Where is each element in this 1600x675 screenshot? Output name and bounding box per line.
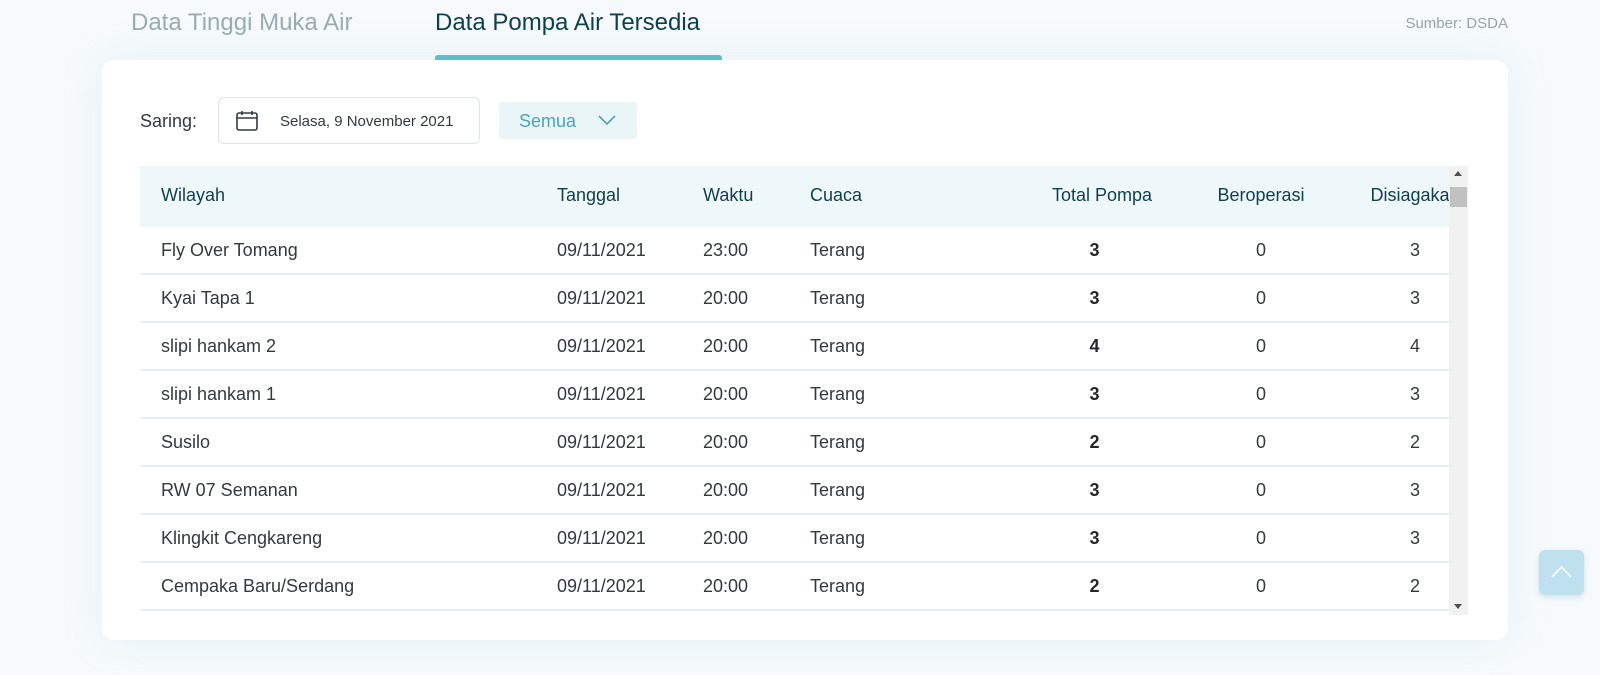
cell-wilayah: Cempaka Baru/Serdang	[161, 576, 355, 596]
cell-waktu: 20:00	[703, 384, 749, 404]
back-to-top-button[interactable]	[1539, 550, 1584, 595]
cell-waktu: 20:00	[703, 432, 749, 452]
column-header-wilayah[interactable]: Wilayah	[161, 185, 225, 206]
cell-wilayah: Susilo	[161, 432, 211, 452]
cell-beroperasi: 0	[1255, 480, 1266, 500]
cell-disiagakan: 3	[1409, 384, 1420, 404]
cell-total-pompa: 3	[1089, 240, 1100, 260]
table-row: Susilo 09/11/2021 20:00 Terang 2 0 2	[140, 419, 1450, 467]
cell-cuaca: Terang	[810, 432, 866, 452]
cell-tanggal: 09/11/2021	[557, 336, 646, 356]
cell-waktu: 20:00	[703, 288, 749, 308]
cell-wilayah: Kyai Tapa 1	[161, 288, 255, 308]
cell-disiagakan: 3	[1409, 288, 1420, 308]
date-picker[interactable]: Selasa, 9 November 2021	[218, 97, 480, 144]
table-row: Klingkit Cengkareng 09/11/2021 20:00 Terang…	[140, 515, 1450, 563]
scroll-thumb[interactable]	[1450, 187, 1467, 207]
cell-waktu: 20:00	[703, 528, 749, 548]
cell-disiagakan: 4	[1409, 336, 1420, 356]
column-header-tanggal[interactable]: Tanggal	[557, 185, 620, 206]
table-row: slipi hankam 1 09/11/2021 20:00 Terang 3 0 3	[140, 371, 1450, 419]
cell-tanggal: 09/11/2021	[557, 432, 646, 452]
category-select-value: Semua	[519, 111, 577, 131]
cell-tanggal: 09/11/2021	[557, 480, 646, 500]
column-header-cuaca[interactable]: Cuaca	[810, 185, 862, 206]
chevron-down-icon	[598, 115, 616, 126]
cell-beroperasi: 0	[1255, 384, 1266, 404]
column-header-beroperasi[interactable]: Beroperasi	[1211, 185, 1311, 206]
cell-cuaca: Terang	[810, 336, 866, 356]
cell-disiagakan: 3	[1409, 528, 1420, 548]
cell-cuaca: Terang	[810, 528, 866, 548]
cell-beroperasi: 0	[1255, 336, 1266, 356]
date-picker-value: Selasa, 9 November 2021	[280, 113, 454, 130]
calendar-icon	[236, 111, 258, 131]
cell-cuaca: Terang	[810, 480, 866, 500]
cell-beroperasi: 0	[1255, 576, 1266, 596]
cell-total-pompa: 2	[1089, 576, 1100, 596]
cell-waktu: 20:00	[703, 576, 749, 596]
cell-tanggal: 09/11/2021	[557, 384, 646, 404]
cell-wilayah: Fly Over Tomang	[161, 240, 298, 260]
table-row: Fly Over Tomang 09/11/2021 23:00 Terang 3 0 3	[140, 227, 1450, 275]
cell-total-pompa: 3	[1089, 384, 1100, 404]
cell-tanggal: 09/11/2021	[557, 576, 646, 596]
source-label: Sumber: DSDA	[1405, 15, 1508, 32]
category-select[interactable]: Semua	[499, 102, 637, 139]
tab-data-tinggi-muka-air[interactable]: Data Tinggi Muka Air	[131, 9, 352, 37]
cell-waktu: 20:00	[703, 480, 749, 500]
cell-wilayah: Klingkit Cengkareng	[161, 528, 323, 548]
cell-total-pompa: 3	[1089, 480, 1100, 500]
table-header: Wilayah Tanggal Waktu Cuaca Total Pompa …	[140, 166, 1450, 227]
filter-label: Saring:	[140, 111, 198, 131]
cell-cuaca: Terang	[810, 240, 866, 260]
tab-data-pompa-air-tersedia[interactable]: Data Pompa Air Tersedia	[435, 9, 700, 37]
cell-cuaca: Terang	[810, 384, 866, 404]
scroll-up-arrow-icon[interactable]	[1454, 171, 1462, 176]
cell-total-pompa: 3	[1089, 528, 1100, 548]
cell-beroperasi: 0	[1255, 240, 1266, 260]
cell-total-pompa: 4	[1089, 336, 1100, 356]
cell-wilayah: RW 07 Semanan	[161, 480, 298, 500]
table-scrollbar[interactable]	[1449, 166, 1468, 615]
cell-tanggal: 09/11/2021	[557, 528, 646, 548]
cell-waktu: 20:00	[703, 336, 749, 356]
cell-beroperasi: 0	[1255, 288, 1266, 308]
cell-disiagakan: 2	[1409, 576, 1420, 596]
cell-cuaca: Terang	[810, 288, 866, 308]
cell-total-pompa: 3	[1089, 288, 1100, 308]
column-header-disiagakan[interactable]: Disiagakan	[1365, 185, 1450, 206]
cell-beroperasi: 0	[1255, 528, 1266, 548]
tab-bar: Data Tinggi Muka Air Data Pompa Air Ters…	[0, 0, 1600, 60]
cell-wilayah: slipi hankam 2	[161, 336, 277, 356]
cell-total-pompa: 2	[1089, 432, 1100, 452]
table-row: RW 07 Semanan 09/11/2021 20:00 Terang 3 0 3	[140, 467, 1450, 515]
cell-tanggal: 09/11/2021	[557, 288, 646, 308]
column-header-waktu[interactable]: Waktu	[703, 185, 753, 206]
cell-disiagakan: 2	[1409, 432, 1420, 452]
cell-wilayah: slipi hankam 1	[161, 384, 277, 404]
cell-waktu: 23:00	[703, 240, 749, 260]
cell-disiagakan: 3	[1409, 480, 1420, 500]
cell-cuaca: Terang	[810, 576, 866, 596]
scroll-down-arrow-icon[interactable]	[1454, 604, 1462, 609]
chevron-up-icon	[1551, 565, 1572, 578]
table-row: slipi hankam 2 09/11/2021 20:00 Terang 4 0 4	[140, 323, 1450, 371]
column-header-total-pompa[interactable]: Total Pompa	[1052, 185, 1152, 206]
cell-disiagakan: 3	[1409, 240, 1420, 260]
table-row: Cempaka Baru/Serdang 09/11/2021 20:00 Teran…	[140, 563, 1450, 611]
pump-table: Wilayah Tanggal Waktu Cuaca Total Pompa …	[140, 166, 1450, 675]
pump-data-card: Saring: Selasa, 9 November 2021 Semua Wi…	[102, 60, 1508, 640]
cell-tanggal: 09/11/2021	[557, 240, 646, 260]
table-row: Kyai Tapa 1 09/11/2021 20:00 Terang 3 0 3	[140, 275, 1450, 323]
cell-beroperasi: 0	[1255, 432, 1266, 452]
